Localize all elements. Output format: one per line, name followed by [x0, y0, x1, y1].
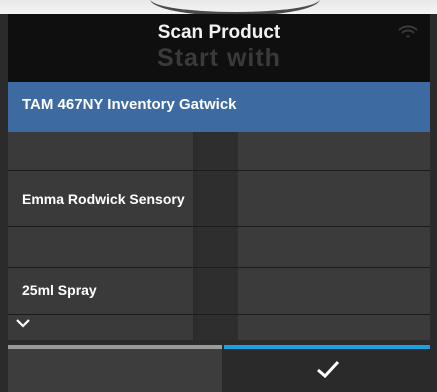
cancel-button[interactable] [8, 345, 222, 392]
list-item-label: Emma Rodwick Sensory [22, 191, 185, 207]
selected-list-item[interactable]: TAM 467NY Inventory Gatwick [8, 82, 430, 132]
row-cell [198, 315, 238, 340]
list-item[interactable]: 25ml Spray [8, 268, 430, 315]
device-bezel-top [0, 0, 437, 16]
action-bar [8, 345, 430, 392]
checkmark-icon [317, 360, 340, 379]
list-item[interactable] [8, 132, 430, 171]
wifi-icon [398, 25, 418, 38]
row-cell [8, 227, 193, 267]
row-cell [198, 132, 238, 170]
row-cell [8, 315, 193, 340]
page-title: Scan Product [157, 22, 281, 43]
selected-item-label: TAM 467NY Inventory Gatwick [22, 96, 237, 113]
list-item[interactable] [8, 227, 430, 268]
row-cell [238, 227, 430, 267]
row-cell [198, 171, 238, 226]
row-cell [238, 268, 430, 314]
row-cell [198, 268, 238, 314]
row-cell [198, 227, 238, 267]
list-item-label: 25ml Spray [22, 282, 97, 298]
chevron-down-icon[interactable] [16, 318, 30, 328]
screen-header: Scan Product Start with [8, 14, 430, 82]
page-subtitle: Start with [157, 44, 281, 72]
confirm-button[interactable] [224, 345, 430, 392]
list-expand-row[interactable] [8, 315, 430, 340]
list-item[interactable]: Emma Rodwick Sensory [8, 171, 430, 227]
row-cell [238, 132, 430, 170]
row-cell [238, 171, 430, 226]
row-cell [238, 315, 430, 340]
product-list: Emma Rodwick Sensory 25ml Spray [8, 132, 430, 340]
row-cell [8, 132, 193, 170]
